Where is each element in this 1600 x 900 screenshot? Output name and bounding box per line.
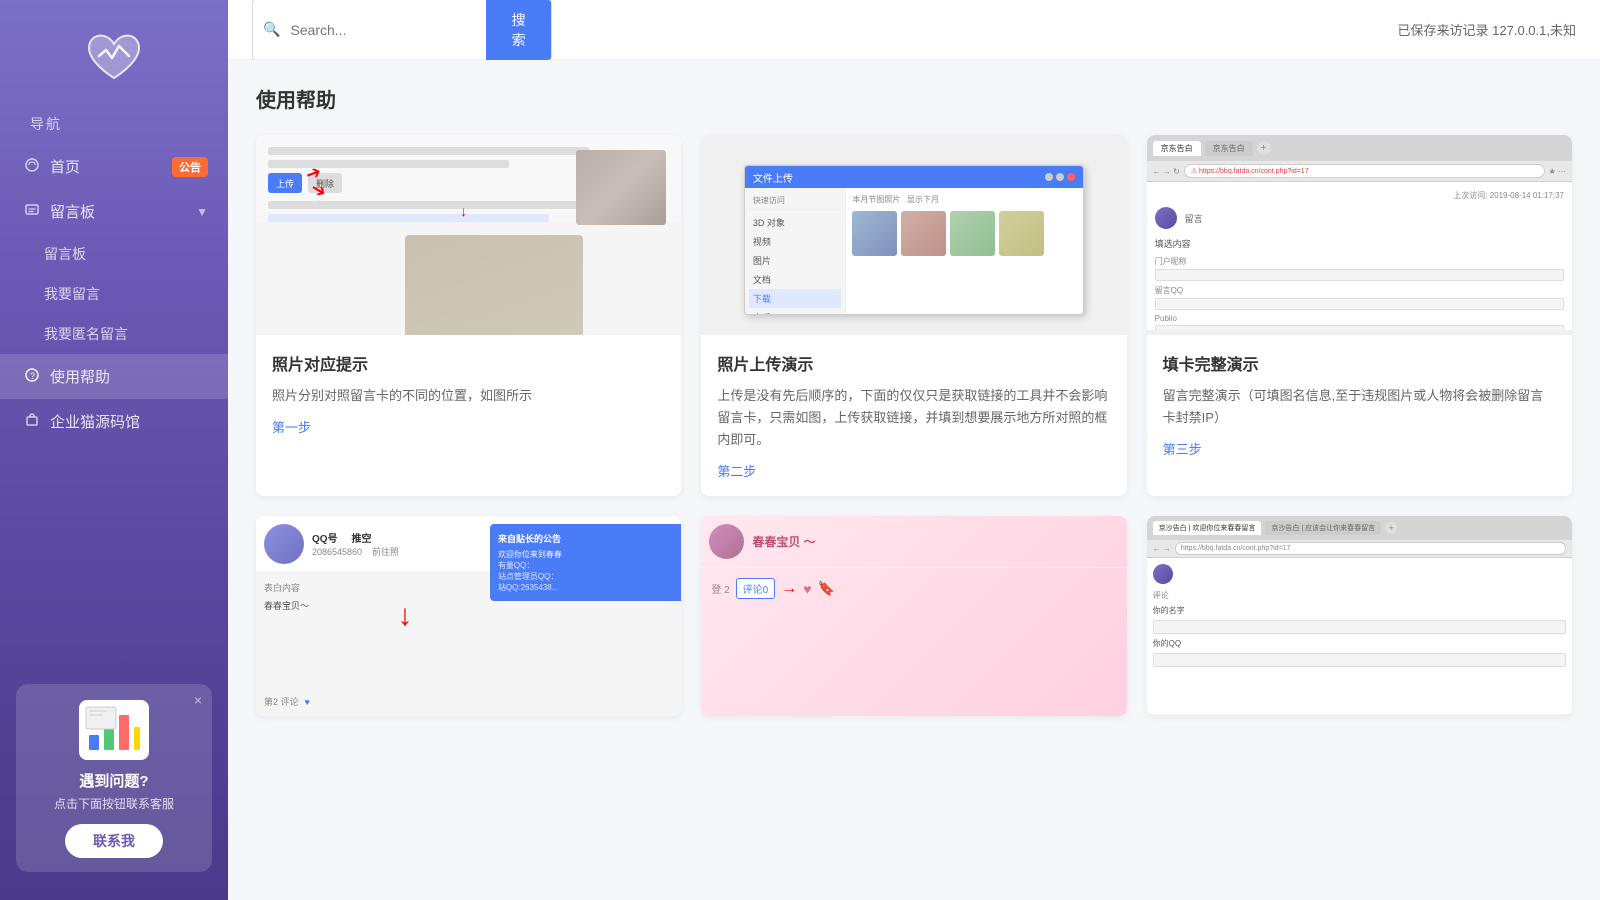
nav-label: 导航 bbox=[0, 108, 228, 140]
browser-tab-2: 京东告白 bbox=[1205, 141, 1253, 156]
contact-button[interactable]: 联系我 bbox=[65, 824, 163, 858]
topbar: 🔍 搜索 已保存来访记录 127.0.0.1,未知 bbox=[228, 0, 1600, 60]
card-photo-hint: 上传 删除 ➔ ➔ bbox=[256, 135, 681, 496]
dialog-title-text: 文件上传 bbox=[753, 170, 793, 185]
card-photo-hint-step[interactable]: 第一步 bbox=[272, 417, 665, 436]
search-button[interactable]: 搜索 bbox=[486, 0, 551, 60]
search-icon: 🔍 bbox=[253, 21, 290, 38]
help-card-title: 遇到问题? bbox=[79, 770, 148, 791]
sidebar-item-enterprise[interactable]: 企业猫源码馆 bbox=[0, 399, 228, 444]
status-text: 已保存来访记录 127.0.0.1,未知 bbox=[1398, 20, 1576, 39]
page-title: 使用帮助 bbox=[256, 84, 1572, 113]
main-area: 🔍 搜索 已保存来访记录 127.0.0.1,未知 使用帮助 bbox=[228, 0, 1600, 900]
card-fill-card-body: 填卡完整演示 留言完整演示（可填图名信息,至于违规图片或人物将会被删除留言卡封禁… bbox=[1147, 335, 1572, 474]
card-photo-hint-desc: 照片分别对照留言卡的不同的位置，如图所示 bbox=[272, 385, 665, 407]
card-fill-card-desc: 留言完整演示（可填图名信息,至于违规图片或人物将会被删除留言卡封禁IP） bbox=[1163, 385, 1556, 429]
sidebar-item-help-label: 使用帮助 bbox=[50, 366, 110, 387]
sidebar-item-message-board[interactable]: 留言板 ▼ bbox=[0, 189, 228, 234]
sidebar-menu: 首页 公告 留言板 ▼ 留言板 我要留言 我要匿名留言 bbox=[0, 144, 228, 444]
search-input[interactable] bbox=[290, 14, 486, 46]
help-icon: ? bbox=[24, 367, 40, 387]
card-comment-demo: QQ号 推空 2086545860 前往照 表白内容 春春宝贝～ ↓ 来自贴长的… bbox=[256, 516, 681, 716]
announcement-badge: 公告 bbox=[172, 157, 208, 177]
enterprise-icon bbox=[24, 412, 40, 432]
help-card-icon bbox=[79, 700, 149, 760]
card-photo-upload-title: 照片上传演示 bbox=[717, 351, 1110, 375]
sidebar-item-messageboard-label: 留言板 bbox=[50, 201, 95, 222]
card-spring-demo: 春春宝贝 ～ 登 2 评论0 → ♥ 🔖 bbox=[701, 516, 1126, 716]
card-photo-upload-step[interactable]: 第二步 bbox=[717, 461, 1110, 480]
message-icon bbox=[24, 202, 40, 222]
card-fill-card-step[interactable]: 第三步 bbox=[1163, 439, 1556, 458]
chevron-down-icon: ▼ bbox=[196, 205, 208, 219]
sidebar-item-home-label: 首页 bbox=[50, 156, 80, 177]
card-photo-hint-title: 照片对应提示 bbox=[272, 351, 665, 375]
help-card-subtitle: 点击下面按钮联系客服 bbox=[54, 795, 174, 812]
help-card-close-button[interactable]: × bbox=[194, 692, 202, 708]
sidebar-sub-item-board[interactable]: 留言板 bbox=[0, 234, 228, 274]
content-area: 使用帮助 上传 删除 bbox=[228, 60, 1600, 900]
search-wrapper: 🔍 搜索 bbox=[252, 0, 552, 61]
sidebar-item-enterprise-label: 企业猫源码馆 bbox=[50, 411, 140, 432]
card-fill-card: 京东告白 京东告白 + ← → ↻ ⚠ https://bbq.fatda.cn… bbox=[1147, 135, 1572, 496]
card-photo-upload-desc: 上传是没有先后顺序的，下面的仅仅只是获取链接的工具并不会影响留言卡，只需如图，上… bbox=[717, 385, 1110, 451]
svg-text:?: ? bbox=[30, 371, 35, 381]
card-form-demo: 京沙告白 | 欢迎你位来春春留言 京沙告白 | 应该会让你来春春留言 + ← →… bbox=[1147, 516, 1572, 716]
home-icon bbox=[24, 157, 40, 177]
cards-grid-bottom: QQ号 推空 2086545860 前往照 表白内容 春春宝贝～ ↓ 来自贴长的… bbox=[256, 516, 1572, 716]
card-photo-hint-image: 上传 删除 ➔ ➔ bbox=[256, 135, 681, 335]
cards-grid: 上传 删除 ➔ ➔ bbox=[256, 135, 1572, 496]
browser-tab-1: 京东告白 bbox=[1153, 141, 1201, 156]
card-photo-upload-body: 照片上传演示 上传是没有先后顺序的，下面的仅仅只是获取链接的工具并不会影响留言卡… bbox=[701, 335, 1126, 496]
card-photo-upload-image: 文件上传 快速访问 3D 对象 视频 bbox=[701, 135, 1126, 335]
sidebar-sub-item-anonymous[interactable]: 我要匿名留言 bbox=[0, 314, 228, 354]
sidebar: 导航 首页 公告 留言板 ▼ 留言板 bbox=[0, 0, 228, 900]
card-fill-card-title: 填卡完整演示 bbox=[1163, 351, 1556, 375]
help-contact-card: × 遇到问题? 点击下面按钮联系客服 联系我 bbox=[16, 684, 212, 872]
sidebar-sub-item-my-message[interactable]: 我要留言 bbox=[0, 274, 228, 314]
sidebar-logo bbox=[79, 28, 149, 88]
card-fill-card-image: 京东告白 京东告白 + ← → ↻ ⚠ https://bbq.fatda.cn… bbox=[1147, 135, 1572, 335]
card-photo-upload: 文件上传 快速访问 3D 对象 视频 bbox=[701, 135, 1126, 496]
sidebar-item-home[interactable]: 首页 公告 bbox=[0, 144, 228, 189]
card-photo-hint-body: 照片对应提示 照片分别对照留言卡的不同的位置，如图所示 第一步 bbox=[256, 335, 681, 452]
sidebar-item-help[interactable]: ? 使用帮助 bbox=[0, 354, 228, 399]
